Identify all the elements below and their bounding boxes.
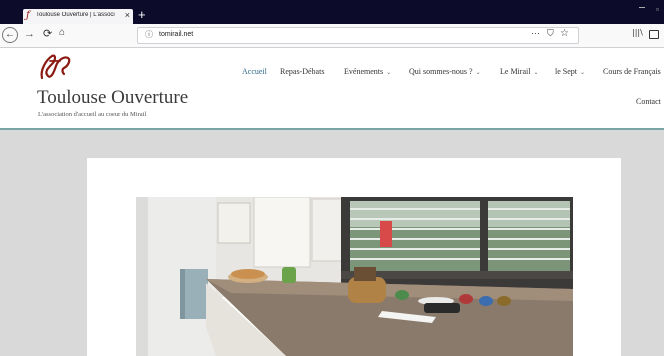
menu-label: Repas-Débats <box>280 67 325 76</box>
featured-photo <box>136 197 573 356</box>
window-minimize-button[interactable] <box>639 7 645 8</box>
chevron-down-icon: ⌄ <box>533 70 539 76</box>
menu-item-le-sept[interactable]: le Sept ⌄ <box>555 67 585 76</box>
menu-item-accueil[interactable]: Accueil <box>242 67 267 76</box>
info-icon[interactable]: ⓘ <box>145 29 153 40</box>
star-icon[interactable]: ☆ <box>560 28 569 39</box>
chevron-down-icon: ⌄ <box>475 70 481 76</box>
address-bar[interactable]: ⓘ tomirail.net ··· ⛉ ☆ <box>137 27 579 44</box>
menu-label: Evénements <box>344 67 384 76</box>
site-favicon-icon: ƒ <box>26 10 30 21</box>
menu-item-le-mirail[interactable]: Le Mirail ⌄ <box>500 67 538 76</box>
forward-arrow-icon[interactable]: → <box>24 28 35 40</box>
site-logo[interactable] <box>38 52 72 89</box>
browser-tab[interactable]: ƒ Toulouse Ouverture | L'associ × <box>23 9 133 24</box>
url-text[interactable]: tomirail.net <box>159 31 193 38</box>
home-icon[interactable]: ⌂ <box>59 27 65 38</box>
reload-icon[interactable]: ⟳ <box>43 27 52 40</box>
browser-toolbar: ← → ⟳ ⌂ ⓘ tomirail.net ··· ⛉ ☆ |||\ <box>0 24 664 48</box>
site-tagline: L'association d'accueil au coeur du Mira… <box>38 111 147 118</box>
sidebar-icon[interactable] <box>649 30 659 39</box>
page-actions-icon[interactable]: ··· <box>531 28 540 38</box>
menu-item-cours-de-francais[interactable]: Cours de Français <box>603 67 661 76</box>
menu-item-repas-debats[interactable]: Repas-Débats <box>280 67 324 76</box>
menu-item-evenements[interactable]: Evénements ⌄ <box>344 67 391 76</box>
logo-mark-icon <box>40 54 71 80</box>
chevron-down-icon: ⌄ <box>580 70 586 76</box>
menu-label: Accueil <box>242 67 267 76</box>
menu-label: Le Mirail <box>500 67 531 76</box>
back-arrow-icon[interactable]: ← <box>2 27 18 43</box>
menu-label: le Sept <box>555 67 577 76</box>
menu-item-qui-sommes-nous[interactable]: Qui sommes-nous ? ⌄ <box>409 67 481 76</box>
chevron-down-icon: ⌄ <box>386 70 392 76</box>
pocket-icon[interactable]: ⛉ <box>547 28 554 39</box>
tab-close-icon[interactable]: × <box>125 10 130 20</box>
site-header: Toulouse Ouverture L'association d'accue… <box>0 48 664 130</box>
kitchen-photo-image <box>136 197 573 356</box>
menu-item-contact[interactable]: Contact <box>636 97 661 106</box>
library-icon[interactable]: |||\ <box>632 28 643 37</box>
menu-label: Contact <box>636 97 661 106</box>
window-control-icon[interactable]: ▫ <box>656 5 659 14</box>
site-title[interactable]: Toulouse Ouverture <box>37 87 188 109</box>
browser-tab-bar: ƒ Toulouse Ouverture | L'associ × + ▫ <box>0 0 664 24</box>
new-tab-button[interactable]: + <box>138 8 146 21</box>
menu-label: Cours de Français <box>603 67 661 76</box>
tab-title: Toulouse Ouverture | L'associ <box>36 12 115 18</box>
menu-label: Qui sommes-nous ? <box>409 67 473 76</box>
